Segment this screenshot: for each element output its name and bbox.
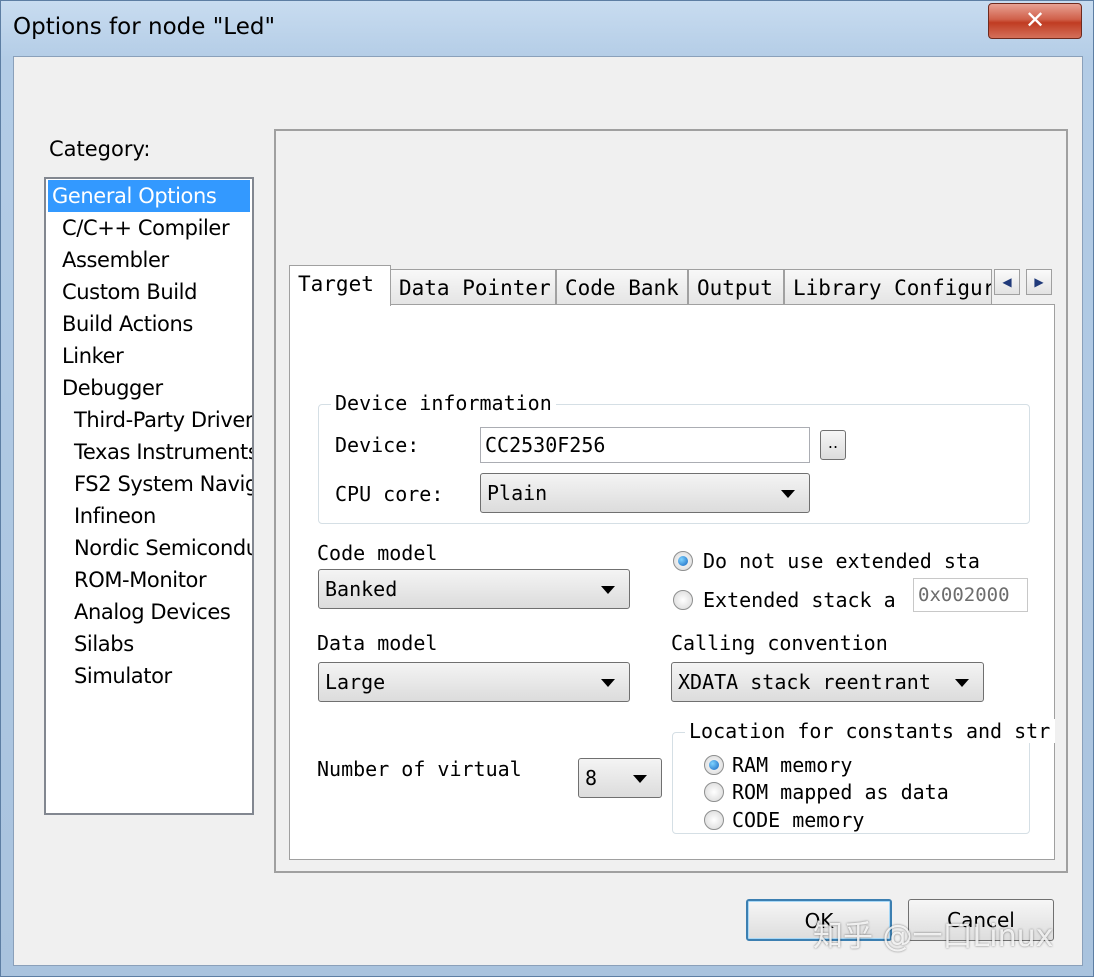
cpu-core-select[interactable]: Plain (480, 473, 810, 513)
ram-memory-label: RAM memory (732, 753, 853, 777)
calling-convention-label: Calling convention (671, 631, 888, 655)
extended-stack-label: Extended stack a (703, 588, 896, 612)
tab-code-bank[interactable]: Code Bank (556, 269, 688, 305)
tab-scroll-left-icon[interactable]: ◀ (994, 269, 1020, 295)
chevron-down-icon (601, 679, 615, 687)
cpu-core-value: Plain (487, 481, 548, 505)
category-item-debugger[interactable]: Debugger (62, 372, 163, 404)
category-item-texas-instruments[interactable]: Texas Instruments (74, 436, 252, 468)
close-button[interactable]: ✕ (988, 3, 1082, 39)
tab-output[interactable]: Output (688, 269, 784, 305)
chevron-down-icon (601, 586, 615, 594)
virtual-registers-value: 8 (585, 766, 598, 790)
category-item-infineon[interactable]: Infineon (74, 500, 156, 532)
data-model-select[interactable]: Large (318, 662, 630, 702)
category-item-rom-monitor[interactable]: ROM-Monitor (74, 564, 207, 596)
tab-data-pointer[interactable]: Data Pointer (390, 269, 556, 305)
watermark: 知乎 @一口Linux (813, 919, 1054, 954)
category-item-nordic-semiconductor[interactable]: Nordic Semiconductor (74, 532, 252, 564)
category-item-silabs[interactable]: Silabs (74, 628, 134, 660)
constants-location-title: Location for constants and str (685, 719, 1055, 743)
code-model-select[interactable]: Banked (318, 569, 630, 609)
extended-stack-address-field[interactable]: 0x002000 (913, 578, 1028, 612)
device-browse-button[interactable]: .. (820, 430, 846, 460)
tab-target[interactable]: Target (289, 265, 391, 306)
code-model-label: Code model (317, 541, 438, 565)
data-model-label: Data model (317, 631, 438, 655)
data-model-value: Large (325, 670, 386, 694)
no-extended-stack-label: Do not use extended sta (703, 549, 979, 573)
no-extended-stack-radio[interactable] (673, 551, 693, 571)
cpu-core-label: CPU core: (335, 482, 444, 506)
close-icon: ✕ (1024, 6, 1046, 34)
category-label: Category: (49, 137, 151, 161)
ram-memory-radio[interactable] (704, 755, 724, 775)
category-item-fs2-system-navigator[interactable]: FS2 System Navigator (74, 468, 252, 500)
category-item-build-actions[interactable]: Build Actions (62, 308, 193, 340)
code-memory-radio[interactable] (704, 810, 724, 830)
chevron-down-icon (633, 775, 647, 783)
category-item-assembler[interactable]: Assembler (62, 244, 169, 276)
calling-convention-select[interactable]: XDATA stack reentrant (671, 662, 984, 702)
virtual-registers-label: Number of virtual (317, 757, 522, 781)
category-item-simulator[interactable]: Simulator (74, 660, 172, 692)
virtual-registers-select[interactable]: 8 (578, 758, 662, 798)
chevron-down-icon (781, 490, 795, 498)
code-model-value: Banked (325, 577, 398, 601)
extended-stack-radio[interactable] (673, 590, 693, 610)
chevron-down-icon (955, 679, 969, 687)
category-item-general-options[interactable]: General Options (48, 180, 250, 212)
code-memory-label: CODE memory (732, 808, 865, 832)
device-information-title: Device information (331, 391, 556, 415)
title-bar[interactable]: Options for node "Led" ✕ (1, 1, 1093, 55)
device-label: Device: (335, 433, 420, 457)
window-title: Options for node "Led" (13, 14, 276, 40)
category-item-custom-build[interactable]: Custom Build (62, 276, 197, 308)
rom-mapped-radio[interactable] (704, 782, 724, 802)
category-item-linker[interactable]: Linker (62, 340, 124, 372)
device-field[interactable]: CC2530F256 (480, 427, 810, 463)
options-dialog: Options for node "Led" ✕ Category: Gener… (0, 0, 1094, 977)
category-item-c-compiler[interactable]: C/C++ Compiler (62, 212, 230, 244)
category-item-analog-devices[interactable]: Analog Devices (74, 596, 231, 628)
category-list[interactable]: General Options C/C++ Compiler Assembler… (44, 177, 254, 815)
tab-scroll-right-icon[interactable]: ▶ (1026, 269, 1052, 295)
category-item-third-party-driver[interactable]: Third-Party Driver (74, 404, 252, 436)
rom-mapped-label: ROM mapped as data (732, 780, 949, 804)
calling-convention-value: XDATA stack reentrant (678, 670, 931, 694)
tab-library-configuration[interactable]: Library Configur (784, 269, 992, 305)
